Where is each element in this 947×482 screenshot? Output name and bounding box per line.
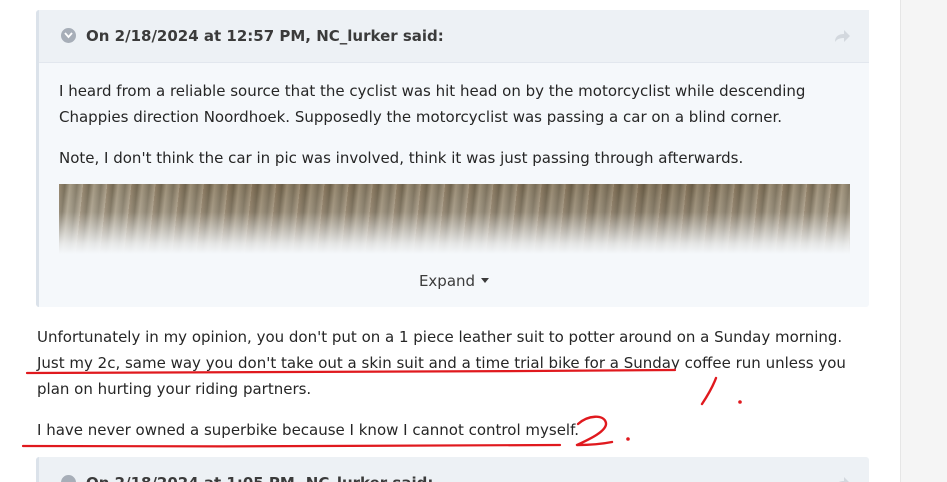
post-paragraph: Unfortunately in my opinion, you don't p… (37, 328, 846, 398)
quote-paragraph: Note, I don't think the car in pic was i… (59, 149, 744, 167)
share-arrow-icon[interactable] (833, 475, 851, 482)
expand-label[interactable]: Expand (419, 272, 475, 290)
quoted-photo[interactable] (59, 184, 850, 254)
quote-content: I heard from a reliable source that the … (59, 78, 849, 186)
right-sidebar-gutter (900, 0, 947, 482)
post-body: Unfortunately in my opinion, you don't p… (37, 324, 867, 458)
quote-paragraph: I heard from a reliable source that the … (59, 82, 806, 126)
quote-block-2: On 2/18/2024 at 1:05 PM, NC_lurker said: (36, 457, 869, 482)
quote-attribution-2[interactable]: On 2/18/2024 at 1:05 PM, NC_lurker said: (86, 474, 433, 482)
forum-page: On 2/18/2024 at 12:57 PM, NC_lurker said… (0, 0, 947, 482)
caret-down-icon (481, 278, 490, 283)
expand-button[interactable]: Expand (39, 272, 869, 290)
quote-header[interactable]: On 2/18/2024 at 12:57 PM, NC_lurker said… (39, 10, 869, 63)
post-paragraph: I have never owned a superbike because I… (37, 421, 580, 439)
forum-post: On 2/18/2024 at 12:57 PM, NC_lurker said… (0, 0, 900, 482)
quote-block: On 2/18/2024 at 12:57 PM, NC_lurker said… (36, 10, 869, 307)
chevron-down-icon[interactable] (61, 475, 76, 482)
share-arrow-icon[interactable] (833, 28, 851, 44)
quote-attribution[interactable]: On 2/18/2024 at 12:57 PM, NC_lurker said… (86, 27, 444, 45)
chevron-down-icon[interactable] (61, 28, 76, 43)
